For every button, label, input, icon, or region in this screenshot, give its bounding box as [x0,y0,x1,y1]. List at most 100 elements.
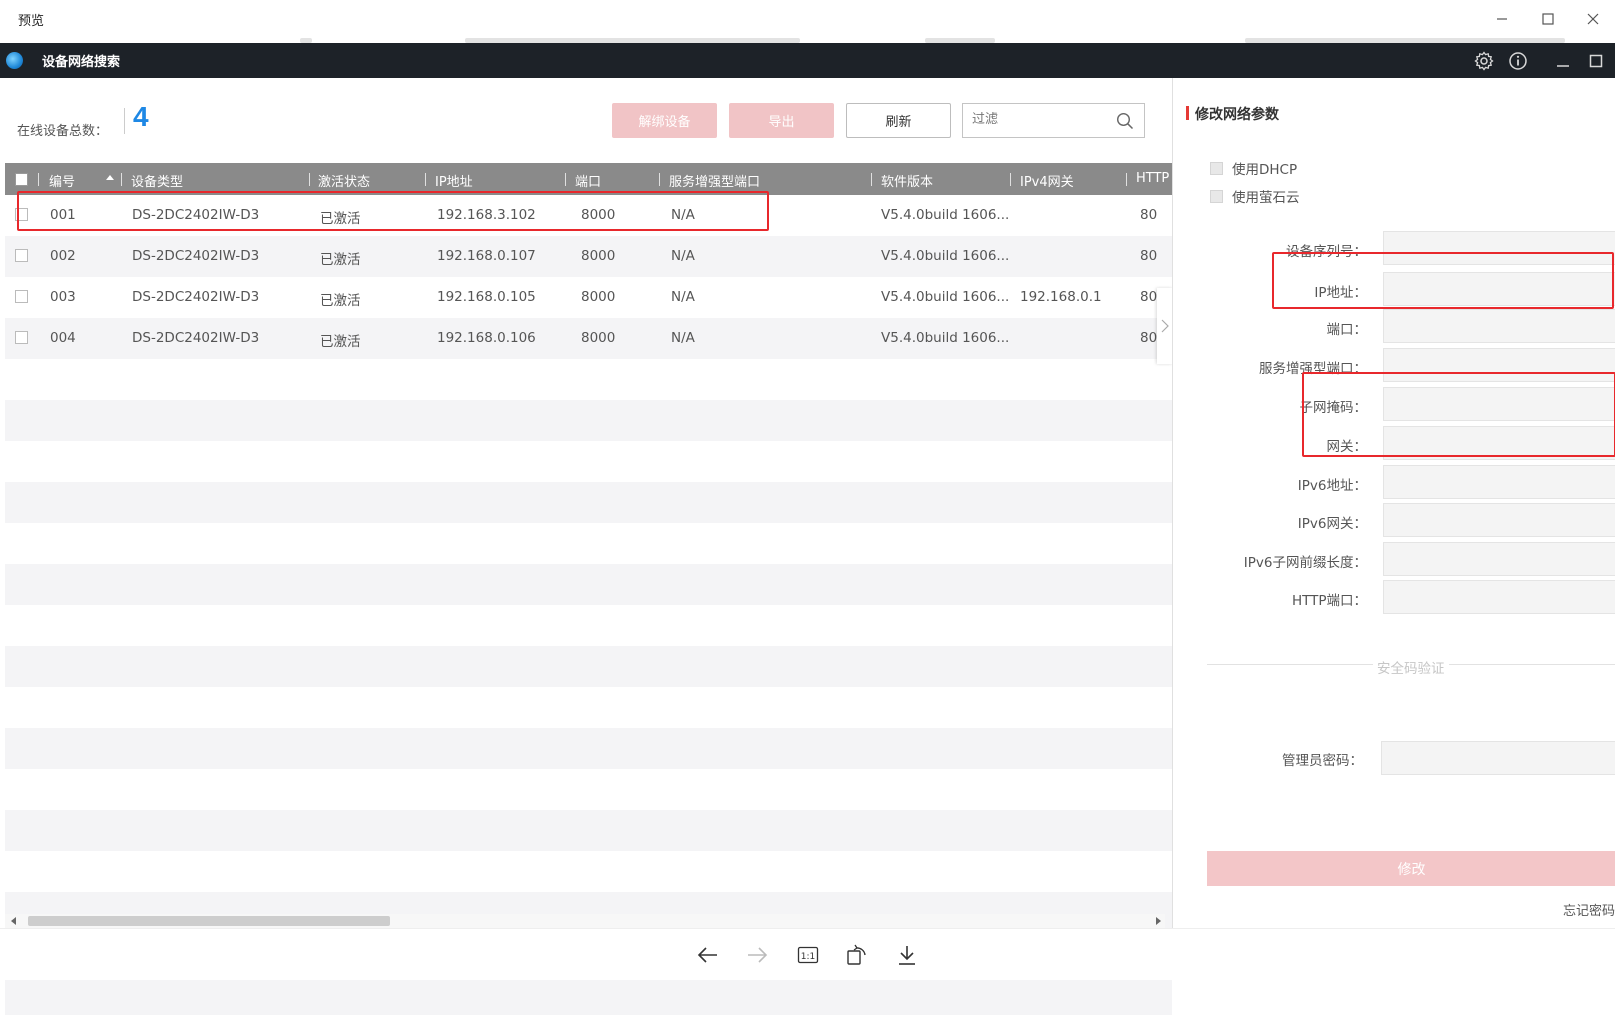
select-all-checkbox[interactable] [15,173,28,186]
collapse-panel-toggle[interactable] [1157,288,1173,364]
minimize-icon [1497,18,1507,20]
col-header-http[interactable]: HTTP [1136,171,1172,186]
scrollbar-thumb[interactable] [28,916,390,926]
sort-ascending-icon[interactable] [106,175,114,180]
rotate-button[interactable] [842,940,872,970]
col-header-software[interactable]: 软件版本 [881,171,933,190]
col-header-type[interactable]: 设备类型 [131,171,183,190]
row-checkbox[interactable] [15,331,28,344]
maximize-icon [1589,54,1603,68]
row-checkbox[interactable] [15,290,28,303]
empty-row [5,646,1172,687]
window-close-button[interactable] [1578,6,1608,32]
row-checkbox[interactable] [15,249,28,262]
empty-row [5,564,1172,605]
column-separator [1010,173,1011,186]
col-header-port[interactable]: 端口 [575,171,601,190]
previous-button[interactable] [693,940,723,970]
horizontal-scrollbar[interactable] [5,914,1165,928]
table-row[interactable]: 001 DS-2DC2402IW-D3 已激活 192.168.3.102 80… [5,195,1172,236]
cell-status: 已激活 [320,293,361,309]
scroll-right-arrow-icon[interactable] [1156,917,1161,925]
download-icon [899,946,915,965]
download-button[interactable] [892,940,922,970]
actual-size-button[interactable]: 1:1 [793,940,823,970]
gateway-field[interactable] [1383,426,1615,460]
port-label: 端口： [1326,322,1368,338]
cell-ip: 192.168.0.107 [437,248,536,264]
app-maximize-button[interactable] [1584,49,1608,73]
col-header-status[interactable]: 激活状态 [318,171,370,190]
cell-http: 80 [1140,248,1158,264]
arrow-left-icon [697,947,717,963]
empty-row [5,441,1172,482]
filter-input[interactable] [972,112,1112,127]
app-minimize-button[interactable] [1551,49,1575,73]
unbind-device-button[interactable]: 解绑设备 [612,103,717,138]
ipv6-prefix-label: IPv6子网前缀长度： [1243,555,1367,571]
cell-no: 002 [50,248,76,264]
cell-enhanced-port: N/A [671,207,695,223]
cell-type: DS-2DC2402IW-D3 [132,330,260,346]
ip-field[interactable] [1383,272,1615,306]
checkbox-box[interactable] [1210,161,1223,175]
app-header: 设备网络搜索 [0,43,1615,78]
cell-port: 8000 [581,289,616,305]
column-separator [871,173,872,186]
app-title: 设备网络搜索 [42,55,121,70]
window-maximize-button[interactable] [1533,6,1563,32]
next-button[interactable] [742,940,772,970]
search-icon[interactable] [1116,112,1134,134]
table-row[interactable]: 004 DS-2DC2402IW-D3 已激活 192.168.0.106 80… [5,318,1172,359]
cell-enhanced-port: N/A [671,330,695,346]
online-count-label: 在线设备总数： [17,124,109,139]
col-header-enhanced-port[interactable]: 服务增强型端口 [669,171,760,190]
http-port-field[interactable] [1383,580,1615,614]
scroll-left-arrow-icon[interactable] [11,917,16,925]
use-ezviz-checkbox[interactable]: 使用萤石云 [1210,186,1300,206]
preview-title: 预览 [18,14,45,29]
table-row[interactable]: 003 DS-2DC2402IW-D3 已激活 192.168.0.105 80… [5,277,1172,318]
column-separator [309,173,310,186]
serial-field[interactable] [1383,231,1615,265]
cell-software: V5.4.0build 1606... [881,289,1010,305]
refresh-button[interactable]: 刷新 [846,103,951,138]
subnet-field[interactable] [1383,387,1615,421]
filter-field[interactable] [962,103,1145,138]
panel-title: 修改网络参数 [1195,107,1279,123]
checkbox-box[interactable] [1210,189,1223,203]
device-table-body: 001 DS-2DC2402IW-D3 已激活 192.168.3.102 80… [5,195,1172,1034]
column-separator [121,173,122,186]
chevron-right-icon [1161,319,1169,333]
window-minimize-button[interactable] [1487,6,1517,32]
admin-password-field[interactable] [1381,741,1615,775]
ipv6-gateway-field[interactable] [1383,503,1615,537]
col-header-ip[interactable]: IP地址 [435,171,473,190]
ipv6-prefix-field[interactable] [1383,542,1615,576]
security-code-label: 安全码验证 [1373,657,1449,677]
cell-port: 8000 [581,207,616,223]
empty-row [5,687,1172,728]
settings-button[interactable] [1472,49,1496,73]
gear-icon [1474,51,1494,71]
use-dhcp-checkbox[interactable]: 使用DHCP [1210,158,1297,178]
count-separator [124,108,125,134]
row-checkbox[interactable] [15,208,28,221]
port-field[interactable] [1383,309,1615,343]
minimize-icon [1557,65,1569,67]
cell-enhanced-port: N/A [671,248,695,264]
export-button[interactable]: 导出 [729,103,834,138]
modify-button[interactable]: 修改 [1207,851,1615,886]
cell-software: V5.4.0build 1606... [881,330,1010,346]
table-header: 编号 设备类型 激活状态 IP地址 端口 服务增强型端口 软件版本 IPv4网关… [5,163,1172,195]
info-button[interactable] [1506,49,1530,73]
enhanced-port-field[interactable] [1383,348,1615,382]
col-header-ipv4-gateway[interactable]: IPv4网关 [1020,171,1074,190]
cell-http: 80 [1140,207,1158,223]
network-params-panel: 修改网络参数 使用DHCP 使用萤石云 设备序列号： IP地址： 端口： 服务增… [1172,78,1615,928]
table-row[interactable]: 002 DS-2DC2402IW-D3 已激活 192.168.0.107 80… [5,236,1172,277]
ipv6-address-field[interactable] [1383,465,1615,499]
col-header-no[interactable]: 编号 [49,171,75,190]
forgot-password-link[interactable]: 忘记密码 [1563,900,1615,919]
column-separator [38,173,39,186]
